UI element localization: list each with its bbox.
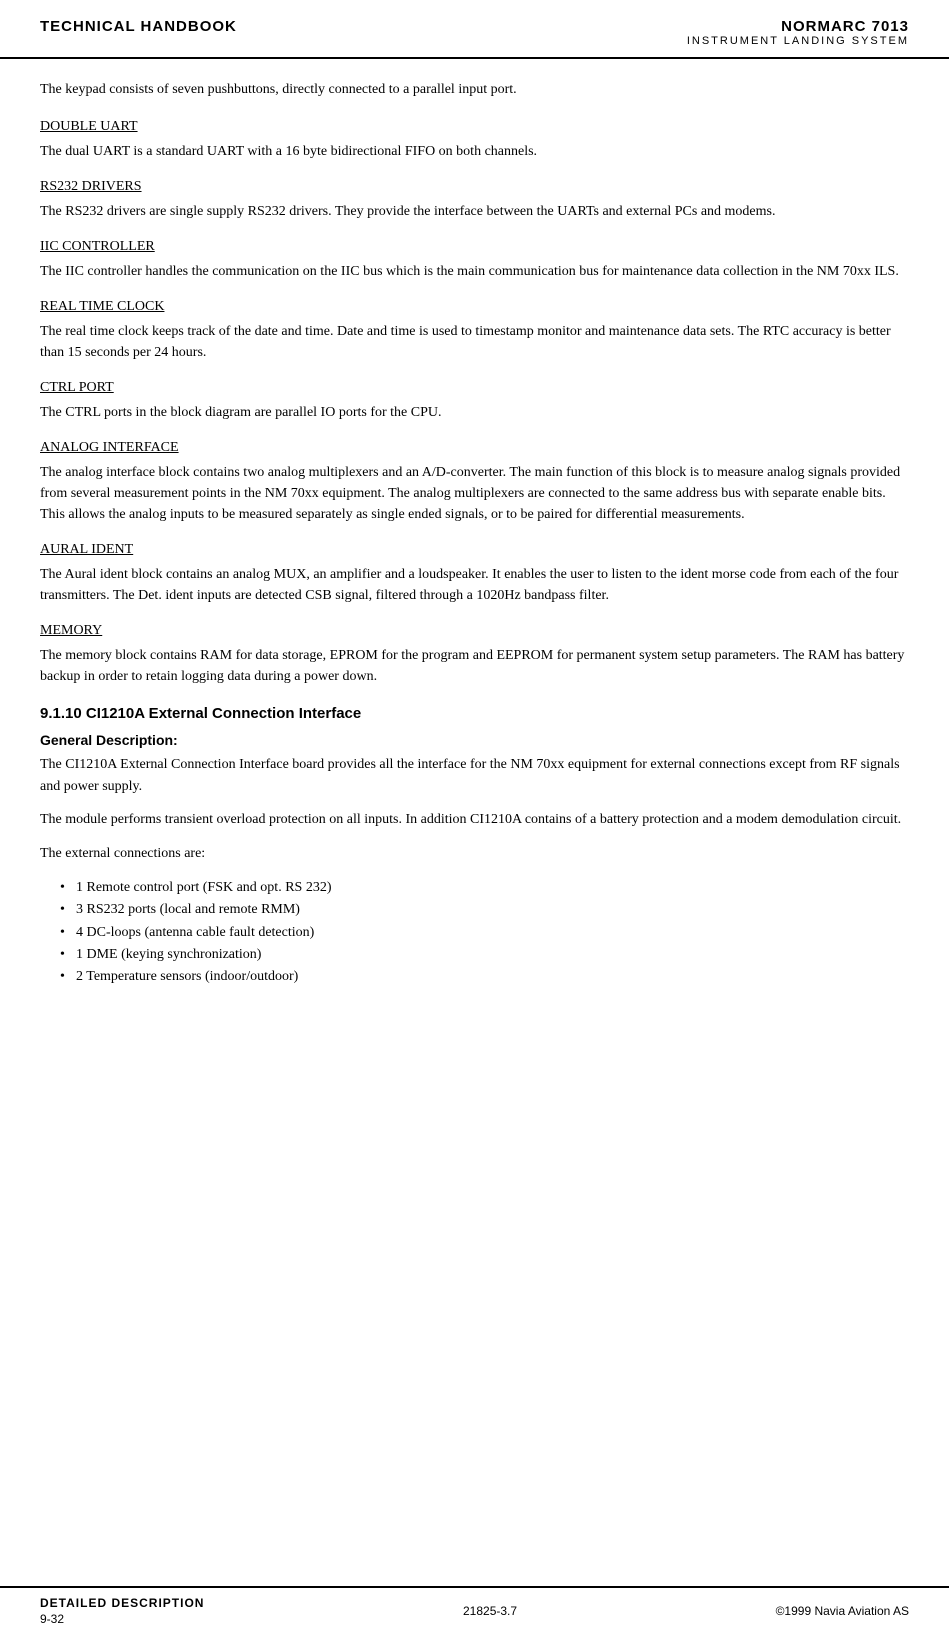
subsection-heading: 9.1.10 CI1210A External Connection Inter…	[40, 705, 909, 722]
subsection-para-1: The CI1210A External Connection Interfac…	[40, 754, 909, 797]
section-rs232-drivers: RS232 DRIVERS The RS232 drivers are sing…	[40, 176, 909, 222]
header-title-left: TECHNICAL HANDBOOK	[40, 18, 237, 35]
section-title-memory: MEMORY	[40, 620, 909, 641]
section-aural-ident: AURAL IDENT The Aural ident block contai…	[40, 539, 909, 606]
section-body-real-time-clock: The real time clock keeps track of the d…	[40, 321, 909, 363]
page: TECHNICAL HANDBOOK NORMARC 7013 INSTRUME…	[0, 0, 949, 1632]
list-item-4: 1 DME (keying synchronization)	[60, 944, 909, 966]
section-body-aural-ident: The Aural ident block contains an analog…	[40, 564, 909, 606]
section-title-real-time-clock: REAL TIME CLOCK	[40, 296, 909, 317]
footer-center: 21825-3.7	[463, 1604, 517, 1618]
list-item-2: 3 RS232 ports (local and remote RMM)	[60, 899, 909, 921]
footer: DETAILED DESCRIPTION 9-32 21825-3.7 ©199…	[0, 1586, 949, 1632]
sections-container: DOUBLE UART The dual UART is a standard …	[40, 116, 909, 687]
footer-page: 9-32	[40, 1612, 204, 1626]
list-item-3: 4 DC-loops (antenna cable fault detectio…	[60, 922, 909, 944]
section-title-analog-interface: ANALOG INTERFACE	[40, 437, 909, 458]
section-body-rs232-drivers: The RS232 drivers are single supply RS23…	[40, 201, 909, 222]
section-body-ctrl-port: The CTRL ports in the block diagram are …	[40, 402, 909, 423]
connections-list: 1 Remote control port (FSK and opt. RS 2…	[60, 877, 909, 989]
list-item-5: 2 Temperature sensors (indoor/outdoor)	[60, 966, 909, 988]
footer-right: ©1999 Navia Aviation AS	[776, 1604, 909, 1618]
subsection-para-2: The module performs transient overload p…	[40, 809, 909, 831]
section-iic-controller: IIC CONTROLLER The IIC controller handle…	[40, 236, 909, 282]
general-description-label: General Description:	[40, 732, 909, 748]
section-real-time-clock: REAL TIME CLOCK The real time clock keep…	[40, 296, 909, 363]
header-right: NORMARC 7013 INSTRUMENT LANDING SYSTEM	[687, 18, 909, 47]
section-body-iic-controller: The IIC controller handles the communica…	[40, 261, 909, 282]
list-item-1: 1 Remote control port (FSK and opt. RS 2…	[60, 877, 909, 899]
section-title-double-uart: DOUBLE UART	[40, 116, 909, 137]
footer-label: DETAILED DESCRIPTION	[40, 1596, 204, 1610]
section-title-ctrl-port: CTRL PORT	[40, 377, 909, 398]
main-content: The keypad consists of seven pushbuttons…	[0, 59, 949, 1586]
section-analog-interface: ANALOG INTERFACE The analog interface bl…	[40, 437, 909, 525]
section-title-iic-controller: IIC CONTROLLER	[40, 236, 909, 257]
section-body-memory: The memory block contains RAM for data s…	[40, 645, 909, 687]
header-title-right: NORMARC 7013	[687, 18, 909, 35]
subsection-para-3: The external connections are:	[40, 843, 909, 865]
section-title-rs232-drivers: RS232 DRIVERS	[40, 176, 909, 197]
footer-left-section: DETAILED DESCRIPTION 9-32	[40, 1596, 204, 1626]
section-memory: MEMORY The memory block contains RAM for…	[40, 620, 909, 687]
header: TECHNICAL HANDBOOK NORMARC 7013 INSTRUME…	[0, 0, 949, 59]
section-body-analog-interface: The analog interface block contains two …	[40, 462, 909, 525]
section-title-aural-ident: AURAL IDENT	[40, 539, 909, 560]
header-subtitle-right: INSTRUMENT LANDING SYSTEM	[687, 35, 909, 47]
intro-paragraph: The keypad consists of seven pushbuttons…	[40, 79, 909, 100]
section-ctrl-port: CTRL PORT The CTRL ports in the block di…	[40, 377, 909, 423]
section-body-double-uart: The dual UART is a standard UART with a …	[40, 141, 909, 162]
section-double-uart: DOUBLE UART The dual UART is a standard …	[40, 116, 909, 162]
